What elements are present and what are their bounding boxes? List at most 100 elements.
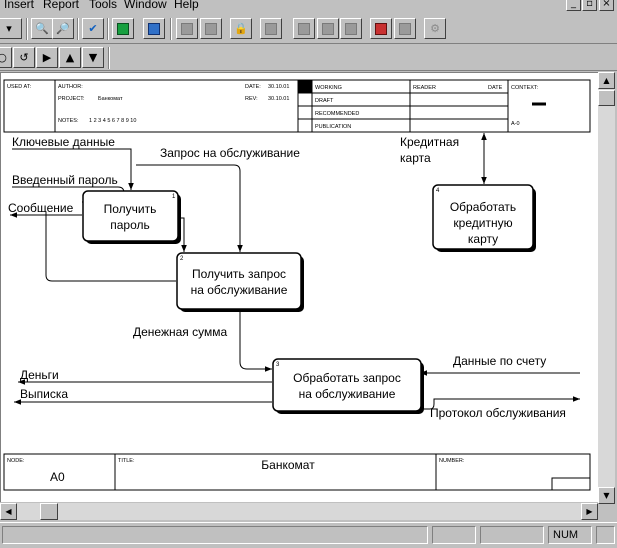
project-label: PROJECT: <box>58 96 85 102</box>
chevron-down-icon: ▾ <box>6 22 12 35</box>
spell-check-button[interactable]: ✔ <box>82 18 104 39</box>
notes-value: 1 2 3 4 5 6 7 8 9 10 <box>89 118 136 124</box>
navigator-button[interactable] <box>143 18 165 39</box>
tool-icon <box>205 22 217 35</box>
activity-box-2[interactable]: Получить запрос на обслуживание 2 <box>176 252 304 312</box>
zoom-out-icon: 🔎 <box>56 22 70 35</box>
horizontal-scroll-thumb[interactable] <box>40 503 58 520</box>
node-label: NODE: <box>7 458 25 464</box>
triangle-left-icon: ◀ <box>5 507 12 516</box>
context-value: A-0 <box>511 121 520 127</box>
box-4-line-3: карту <box>468 232 498 246</box>
tool-button-8[interactable] <box>394 18 416 39</box>
box-1-line-2: пароль <box>110 218 150 232</box>
toolbar-separator <box>26 18 28 40</box>
tree-icon <box>117 22 129 35</box>
rev-value: 30.10.01 <box>268 96 289 102</box>
zoom-in-button[interactable]: 🔍 <box>31 18 53 39</box>
toolbar-main: ▾ 🔍 🔎 ✔ 🔒 ⚙ <box>0 14 617 44</box>
date-column-label: DATE <box>488 85 503 91</box>
arrow-money-amount[interactable] <box>239 311 272 372</box>
undo-button[interactable]: ↺ <box>13 47 35 68</box>
vertical-scroll-thumb[interactable] <box>598 90 615 106</box>
status-publication: PUBLICATION <box>315 124 351 130</box>
scroll-up-button[interactable]: ▲ <box>598 72 615 89</box>
activity-box-1[interactable]: Получить пароль 1 <box>82 190 181 244</box>
box-2-line-2: на обслуживание <box>191 283 288 297</box>
play-right-icon: ▶ <box>42 51 52 64</box>
scroll-left-button[interactable]: ◀ <box>0 503 17 520</box>
menu-window[interactable]: Window <box>124 0 167 11</box>
down-button[interactable]: ▼ <box>82 47 104 68</box>
num-lock-indicator: NUM <box>548 526 592 544</box>
number-label: NUMBER: <box>439 458 465 464</box>
scroll-right-button[interactable]: ▶ <box>581 503 598 520</box>
activity-box-3[interactable]: Обработать запрос на обслуживание 3 <box>272 358 424 414</box>
restore-button[interactable]: ▫ <box>582 0 597 11</box>
circle-icon: ○ <box>0 51 7 64</box>
pointer-button[interactable]: ○ <box>0 47 12 68</box>
activity-box-4[interactable]: Обработать кредитную карту 4 <box>432 184 536 252</box>
tool-icon <box>265 22 277 35</box>
tool-icon <box>399 22 411 35</box>
menu-bar: Insert Report Tools Window Help _ ▫ × <box>0 0 617 14</box>
menu-tools[interactable]: Tools <box>89 0 117 11</box>
box-4-line-2: кредитную <box>453 216 512 230</box>
title-label: TITLE: <box>118 458 135 464</box>
tool-button-5[interactable] <box>317 18 339 39</box>
model-explorer-button[interactable] <box>112 18 134 39</box>
next-button[interactable]: ▶ <box>36 47 58 68</box>
horizontal-scrollbar[interactable]: ◀ ▶ <box>0 503 598 520</box>
triangle-down-icon: ▼ <box>88 51 98 64</box>
triangle-up-icon: ▲ <box>603 76 610 85</box>
scroll-down-button[interactable]: ▼ <box>598 487 615 504</box>
box-4-line-1: Обработать <box>450 200 516 214</box>
toolbar-navigation: ○ ↺ ▶ ▲ ▼ <box>0 45 617 71</box>
menu-report[interactable]: Report <box>43 0 79 11</box>
settings-button[interactable]: ⚙ <box>424 18 446 39</box>
rev-label: REV: <box>245 96 258 102</box>
status-message <box>2 526 428 544</box>
label-credit-card-2: карта <box>400 151 431 165</box>
close-button[interactable]: × <box>599 0 614 11</box>
zoom-out-button[interactable]: 🔎 <box>52 18 74 39</box>
undo-icon: ↺ <box>19 51 29 64</box>
tool-icon <box>298 22 310 35</box>
toolbar-separator <box>77 18 79 40</box>
context-label: CONTEXT: <box>511 85 539 91</box>
status-panel-scroll <box>596 526 615 544</box>
label-message: Сообщение <box>8 201 74 215</box>
spell-check-icon: ✔ <box>88 22 98 35</box>
grid-icon <box>345 22 357 35</box>
vertical-scrollbar[interactable]: ▲ ▼ <box>598 72 615 504</box>
status-panel-blank <box>480 526 544 544</box>
date-value: 30.10.01 <box>268 84 289 90</box>
tool-icon <box>181 22 193 35</box>
tool-button-4[interactable] <box>293 18 315 39</box>
box-3-line-1: Обработать запрос <box>293 371 401 385</box>
tool-button-3[interactable] <box>260 18 282 39</box>
used-at-label: USED AT: <box>7 84 32 90</box>
status-working: WORKING <box>315 85 342 91</box>
lock-button[interactable]: 🔒 <box>230 18 252 39</box>
status-panel-caps <box>432 526 476 544</box>
minimize-button[interactable]: _ <box>566 0 581 11</box>
tool-button-7[interactable] <box>370 18 392 39</box>
up-button[interactable]: ▲ <box>59 47 81 68</box>
label-money: Деньги <box>20 368 59 382</box>
label-key-data: Ключевые данные <box>12 135 115 149</box>
toolbar-separator <box>108 47 110 69</box>
tool-button-2[interactable] <box>200 18 222 39</box>
dropdown-button[interactable]: ▾ <box>0 18 22 39</box>
project-value: Банкомат <box>98 96 123 102</box>
tool-button-6[interactable] <box>340 18 362 39</box>
label-service-log: Протокол обслуживания <box>430 406 566 420</box>
label-service-request: Запрос на обслуживание <box>160 146 300 160</box>
tool-button-1[interactable] <box>176 18 198 39</box>
label-credit-card-1: Кредитная <box>400 135 459 149</box>
menu-help[interactable]: Help <box>174 0 199 11</box>
toolbar-separator <box>107 18 109 40</box>
menu-insert[interactable]: Insert <box>4 0 34 11</box>
status-bar: NUM <box>0 522 617 548</box>
date-label: DATE: <box>245 84 261 90</box>
